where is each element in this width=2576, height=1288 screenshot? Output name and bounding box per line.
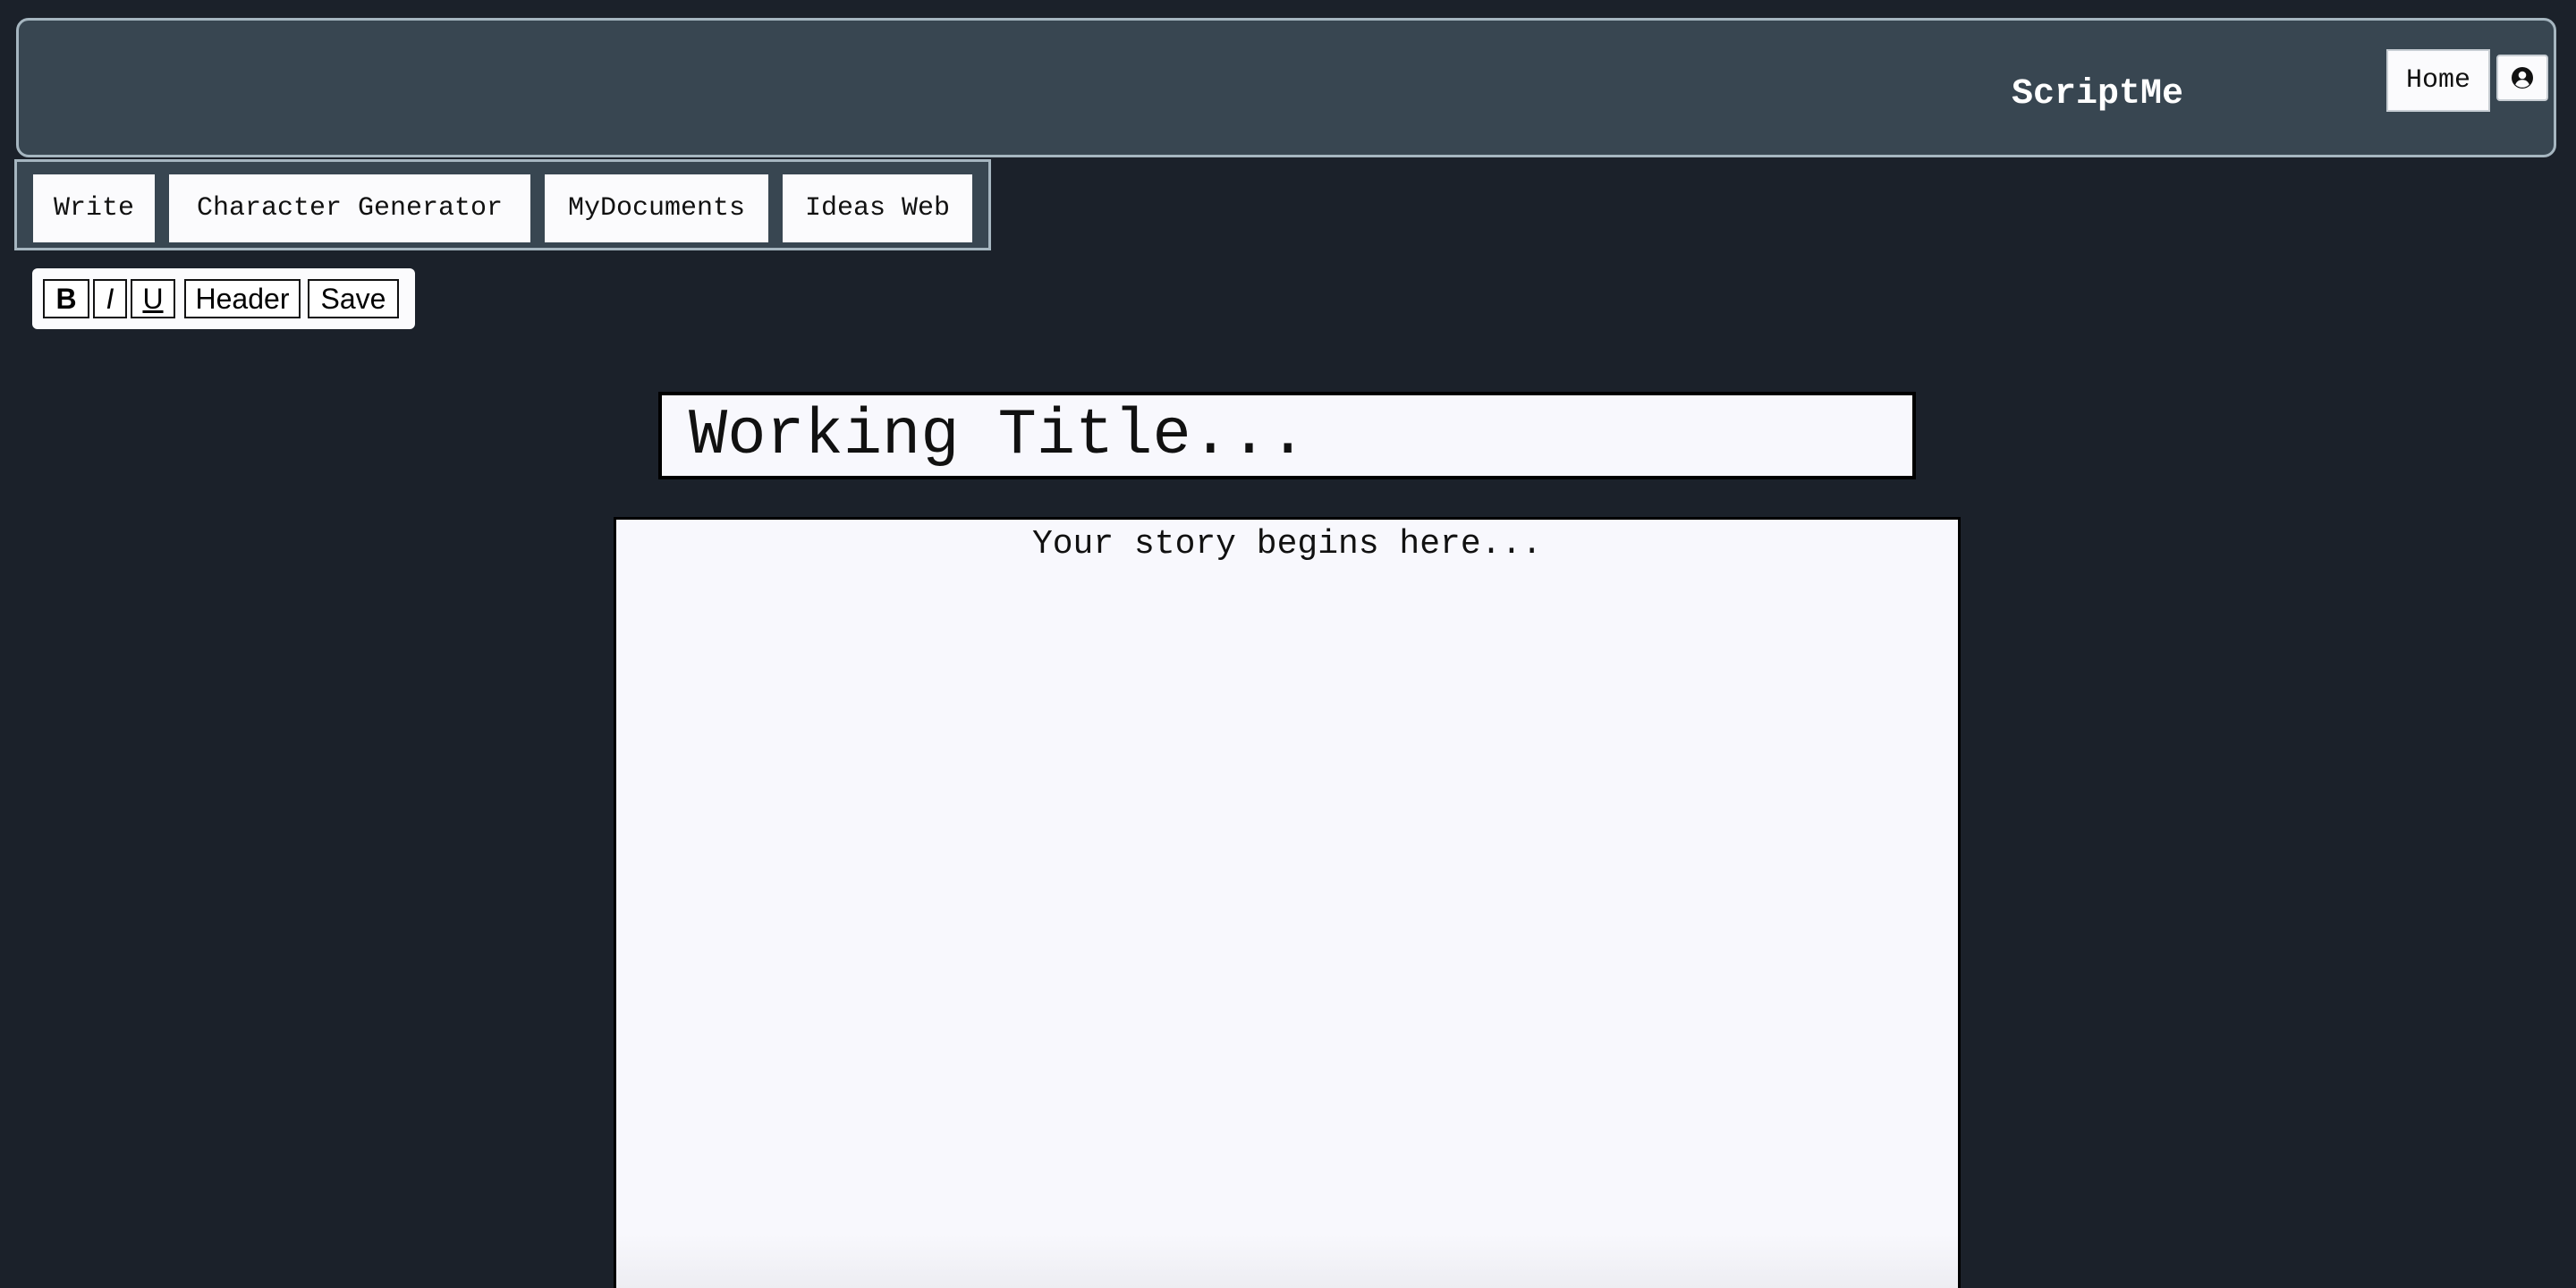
story-textarea[interactable] (614, 517, 1961, 1288)
app-root: ScriptMe Home Write Character Generator … (0, 0, 2576, 1288)
app-header: ScriptMe Home (16, 18, 2556, 157)
user-circle-icon (2512, 67, 2533, 89)
italic-button[interactable]: I (93, 279, 127, 318)
working-title-input[interactable] (658, 392, 1916, 479)
home-button[interactable]: Home (2386, 49, 2490, 112)
account-button[interactable] (2496, 55, 2548, 101)
format-toolbar: B I U Header Save (32, 268, 415, 329)
nav-item-write[interactable]: Write (33, 174, 155, 242)
brand-title: ScriptMe (2012, 74, 2184, 114)
bold-button[interactable]: B (43, 279, 89, 318)
save-button[interactable]: Save (308, 279, 399, 318)
nav-item-ideas-web[interactable]: Ideas Web (783, 174, 972, 242)
nav-item-mydocuments[interactable]: MyDocuments (545, 174, 768, 242)
header-button[interactable]: Header (184, 279, 301, 318)
nav-item-character-generator[interactable]: Character Generator (169, 174, 530, 242)
underline-button[interactable]: U (131, 279, 175, 318)
main-nav: Write Character Generator MyDocuments Id… (14, 159, 991, 250)
top-strip (0, 0, 2576, 5)
